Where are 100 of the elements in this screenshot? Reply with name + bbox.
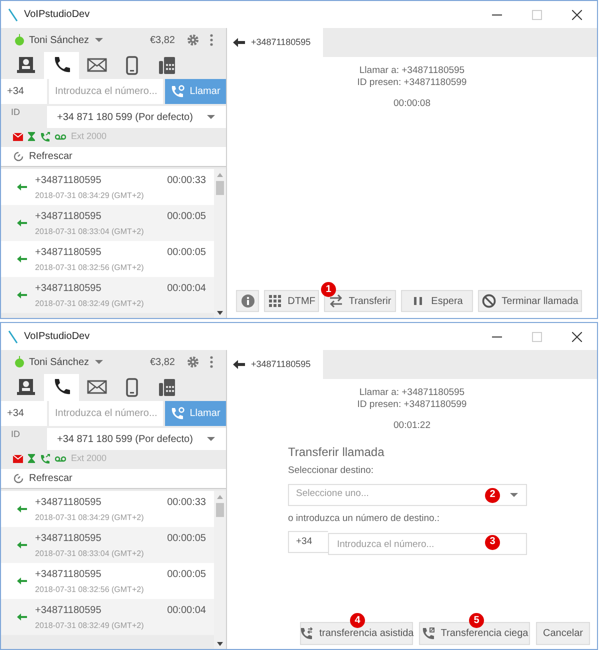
phone-forward-icon	[40, 132, 50, 142]
no-entry-icon	[482, 294, 496, 308]
transfer-button[interactable]: Cancelar	[536, 622, 590, 645]
refresh-button[interactable]: Refrescar	[1, 147, 226, 167]
account-balance: €3,82	[150, 356, 175, 370]
incoming-arrow-icon	[17, 577, 27, 585]
app-logo-icon	[8, 8, 18, 22]
action-button[interactable]: DTMF	[264, 290, 319, 312]
scrollbar[interactable]	[214, 491, 226, 649]
phone-number-field[interactable]: Introduzca el número...	[49, 401, 163, 426]
voicemail-icon	[55, 134, 66, 140]
call-timestamp: 2018-07-31 08:33:04 (GMT+2)	[35, 226, 145, 238]
maximize-icon	[532, 10, 542, 20]
envelope-icon	[86, 378, 106, 397]
settings-icon	[187, 34, 199, 46]
fax-icon	[156, 378, 176, 397]
refresh-button[interactable]: Refrescar	[1, 469, 226, 489]
caret-down-icon	[509, 490, 519, 498]
more-options-button[interactable]	[210, 34, 213, 46]
call-number: +34871180595	[35, 246, 102, 260]
close-icon	[572, 332, 582, 342]
call-history-row[interactable]: +34871180595 00:00:04 2018-07-31 08:32:49 (GMT+2)	[1, 599, 214, 635]
call-history-row[interactable]: +34871180595 00:00:05 2018-07-31 08:33:04 (GMT+2)	[1, 205, 214, 241]
extension-label: Ext 2000	[71, 130, 107, 143]
phone-plus-icon	[170, 85, 185, 98]
info-icon	[240, 294, 254, 308]
account-balance: €3,82	[150, 34, 175, 48]
phone-arrows-icon	[299, 626, 314, 640]
caret-down-icon	[94, 358, 104, 366]
call-timestamp: 2018-07-31 08:34:29 (GMT+2)	[35, 512, 145, 524]
scroll-down-icon	[217, 642, 223, 646]
scroll-thumb[interactable]	[216, 503, 224, 517]
phone-number-field[interactable]: Introduzca el número...	[49, 79, 163, 104]
action-button[interactable]: Espera	[401, 290, 473, 312]
caller-id-text: ID presen: +34871180599	[357, 77, 467, 89]
call-number: +34871180595	[35, 496, 102, 510]
country-code-field[interactable]: +34	[1, 79, 47, 104]
action-button[interactable]: Terminar llamada	[478, 290, 582, 312]
presence-status-icon	[14, 34, 25, 46]
call-number: +34871180595	[35, 532, 102, 546]
scroll-down-icon	[217, 311, 223, 315]
caller-id-dropdown[interactable]: +34 871 180 599 (Por defecto)	[47, 428, 226, 450]
refresh-icon	[13, 473, 24, 484]
transfer-button[interactable]: Transferencia ciega	[419, 622, 530, 645]
call-history-row[interactable]: +34871180595 00:00:33 2018-07-31 08:34:29 (GMT+2)	[1, 491, 214, 527]
caller-id-label: ID	[10, 106, 21, 119]
extension-label: Ext 2000	[71, 452, 107, 465]
call-duration: 00:00:04	[167, 282, 206, 296]
scrollbar[interactable]	[214, 169, 226, 318]
caller-id-dropdown[interactable]: +34 871 180 599 (Por defecto)	[47, 106, 226, 128]
settings-button[interactable]	[187, 34, 199, 46]
window-title: VoIPstudioDev	[24, 8, 90, 22]
more-options-button[interactable]	[210, 356, 213, 368]
call-history-row[interactable]: +34871180595 00:00:04 2018-07-31 08:32:49 (GMT+2)	[1, 277, 214, 313]
envelope-icon	[86, 56, 106, 75]
call-history-row[interactable]: +34871180595 00:00:33 2018-07-31 08:34:29 (GMT+2)	[1, 169, 214, 205]
call-tab[interactable]: +34871180595	[227, 28, 323, 57]
call-tab[interactable]: +34871180595	[227, 350, 323, 379]
transfer-button[interactable]: transferencia asistida	[300, 622, 413, 645]
user-menu-button[interactable]: Toni Sánchez	[29, 354, 104, 370]
scroll-up-icon	[217, 173, 223, 177]
call-history-row[interactable]: +34871180595 00:00:05 2018-07-31 08:32:56 (GMT+2)	[1, 241, 214, 277]
phone-forward-icon	[420, 626, 435, 640]
call-history-row[interactable]: +34871180595 00:00:05 2018-07-31 08:33:04 (GMT+2)	[1, 527, 214, 563]
callout-badge: 1	[321, 282, 336, 297]
call-timestamp: 2018-07-31 08:33:04 (GMT+2)	[35, 548, 145, 560]
window-title: VoIPstudioDev	[24, 330, 90, 344]
call-timestamp: 2018-07-31 08:32:56 (GMT+2)	[35, 584, 145, 596]
call-timestamp: 2018-07-31 08:32:49 (GMT+2)	[35, 298, 145, 310]
call-duration: 00:00:05	[167, 210, 206, 224]
scroll-thumb[interactable]	[216, 181, 224, 195]
form-title: Transferir llamada	[288, 444, 386, 462]
nav-tab[interactable]	[44, 52, 79, 79]
country-code-field[interactable]: +34	[1, 401, 47, 426]
call-history-row[interactable]: +34871180595 00:00:05 2018-07-31 08:32:56 (GMT+2)	[1, 563, 214, 599]
nav-tab[interactable]	[44, 374, 79, 401]
caret-down-icon	[206, 435, 216, 443]
call-duration: 00:00:04	[167, 604, 206, 618]
more-options-icon	[210, 34, 213, 46]
caller-id-text: ID presen: +34871180599	[357, 399, 467, 411]
caret-down-icon	[206, 113, 216, 121]
incoming-arrow-icon	[17, 183, 27, 191]
callout-badge: 5	[469, 613, 484, 628]
callout-badge: 4	[350, 613, 365, 628]
incoming-arrow-icon	[17, 541, 27, 549]
info-button[interactable]	[236, 290, 259, 312]
incoming-arrow-icon	[17, 613, 27, 621]
incoming-arrow-icon	[17, 505, 27, 513]
call-timestamp: 2018-07-31 08:32:49 (GMT+2)	[35, 620, 145, 632]
call-duration: 00:00:33	[167, 174, 206, 188]
call-number: +34871180595	[35, 604, 102, 618]
contact-card-icon	[16, 56, 36, 75]
destination-dropdown[interactable]: Seleccione uno... 2	[288, 484, 527, 506]
scroll-up-icon	[217, 495, 223, 499]
envelope-icon	[13, 132, 23, 140]
contact-card-icon	[16, 378, 36, 397]
settings-button[interactable]	[187, 356, 199, 368]
call-destination: Llamar a: +34871180595	[359, 387, 465, 399]
user-menu-button[interactable]: Toni Sánchez	[29, 32, 104, 48]
presence-status-icon	[14, 356, 25, 368]
